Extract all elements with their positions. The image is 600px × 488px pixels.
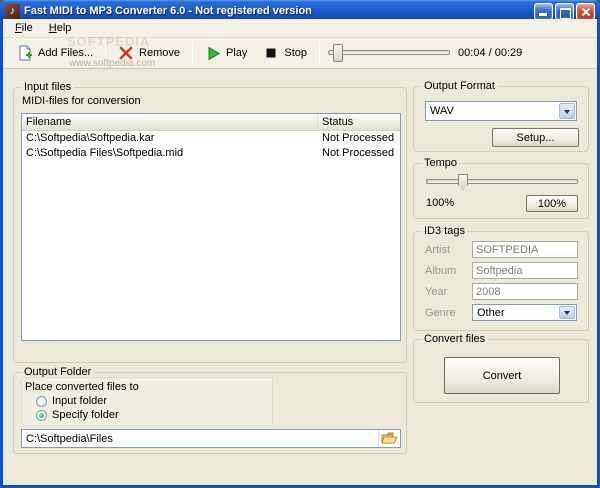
id3-caption: ID3 tags [421,225,468,237]
play-label: Play [226,47,248,59]
genre-selected-value: Other [477,306,505,319]
setup-button[interactable]: Setup... [492,128,579,147]
remove-icon [118,45,134,61]
convert-button[interactable]: Convert [444,357,560,394]
input-files-subcaption: MIDI-files for conversion [22,95,141,107]
radio-icon[interactable] [36,395,47,407]
input-files-group: Input files MIDI-files for conversion Fi… [13,81,407,363]
app-window: ♪ Fast MIDI to MP3 Converter 6.0 - Not r… [0,0,600,488]
toolbar: Add Files... Remove Play Stop 00:04 / 00… [3,38,597,69]
menu-file[interactable]: File [7,20,41,36]
radio-icon-checked[interactable] [36,409,47,421]
tempo-value: 100% [426,197,455,209]
slider-thumb[interactable] [333,44,344,62]
add-files-label: Add Files... [38,47,94,59]
window-title: Fast MIDI to MP3 Converter 6.0 - Not reg… [24,5,312,17]
convert-files-group: Convert files Convert [413,333,589,403]
minimize-button[interactable] [534,2,553,20]
file-status: Not Processed [322,132,395,144]
tempo-slider-thumb[interactable] [458,174,468,190]
output-format-caption: Output Format [421,80,498,92]
menubar: File Help [3,19,597,38]
toolbar-separator [105,42,107,64]
remove-button[interactable]: Remove [110,40,188,66]
album-input[interactable] [472,262,578,279]
tempo-caption: Tempo [421,157,461,169]
genre-label: Genre [425,306,456,319]
artist-label: Artist [425,243,451,256]
close-button[interactable] [576,2,595,20]
format-select[interactable]: WAV [425,101,577,121]
file-list-row[interactable]: C:\Softpedia\Softpedia.kar Not Processed [22,131,400,146]
place-converted-label: Place converted files to [25,381,139,393]
output-format-group: Output Format WAV Setup... [413,80,589,152]
output-path-input[interactable] [22,430,378,447]
window-frame: ♪ Fast MIDI to MP3 Converter 6.0 - Not r… [0,0,600,488]
toolbar-separator [319,42,321,64]
slider-groove [328,50,451,55]
file-list-row[interactable]: C:\Softpedia Files\Softpedia.mid Not Pro… [22,146,400,161]
playback-position-slider[interactable] [328,43,451,63]
app-icon: ♪ [5,3,20,19]
year-input[interactable] [472,283,578,300]
tempo-slider[interactable] [426,173,578,191]
id3-tags-group: ID3 tags Artist Album Year Genre Other [413,225,589,331]
output-folder-group: Output Folder Place converted files to I… [13,366,407,454]
input-files-caption: Input files [21,81,75,93]
playback-time: 00:04 / 00:29 [458,47,523,59]
radio-input-folder-label: Input folder [52,395,108,407]
tempo-group: Tempo 100% 100% [413,157,589,219]
chevron-down-icon[interactable] [559,306,575,319]
stop-label: Stop [284,47,308,59]
play-icon [205,45,221,61]
year-label: Year [425,285,448,298]
radio-input-folder[interactable]: Input folder [36,395,107,407]
folder-icon [381,432,398,444]
artist-input[interactable] [472,241,578,258]
add-files-icon [17,45,33,61]
chevron-down-icon[interactable] [559,103,575,119]
convert-files-caption: Convert files [421,333,489,345]
play-button[interactable]: Play [197,40,255,66]
radio-specify-folder[interactable]: Specify folder [36,409,119,421]
tempo-slider-groove [426,179,578,184]
file-name: C:\Softpedia\Softpedia.kar [26,132,155,144]
caption-buttons [534,2,595,20]
format-selected-value: WAV [430,105,454,117]
add-files-button[interactable]: Add Files... [9,40,101,66]
tempo-reset-button[interactable]: 100% [526,195,578,212]
output-path-field [21,429,401,448]
radio-specify-folder-label: Specify folder [52,409,119,421]
file-list: Filename Status C:\Softpedia\Softpedia.k… [21,113,401,341]
file-status: Not Processed [322,147,395,159]
stop-button[interactable]: Stop [255,40,315,66]
maximize-button[interactable] [555,2,574,20]
toolbar-separator [192,42,193,64]
column-header-filename[interactable]: Filename [22,114,318,130]
browse-folder-button[interactable] [378,430,400,447]
file-list-header: Filename Status [22,114,400,131]
remove-label: Remove [139,47,180,59]
menu-help[interactable]: Help [41,20,80,36]
album-label: Album [425,264,457,277]
file-name: C:\Softpedia Files\Softpedia.mid [26,147,184,159]
column-header-status[interactable]: Status [318,114,400,130]
genre-select[interactable]: Other [472,304,577,321]
stop-icon [263,45,279,61]
